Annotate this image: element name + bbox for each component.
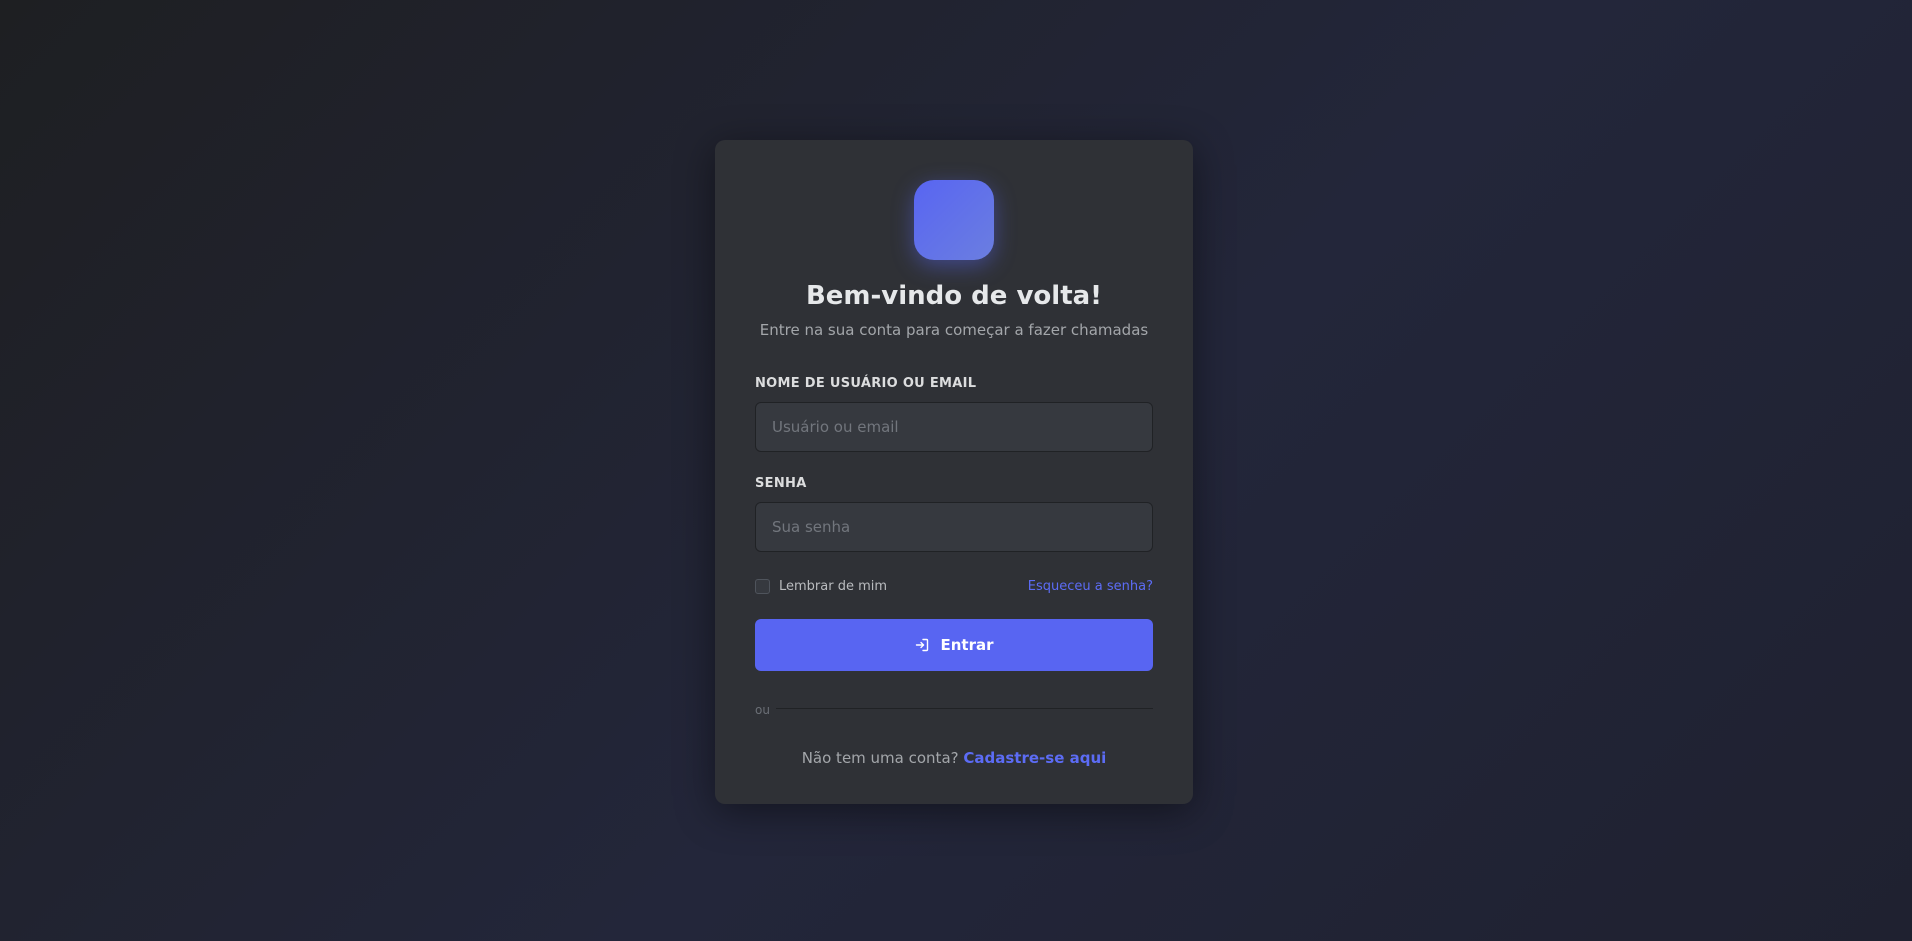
remember-checkbox[interactable] xyxy=(755,578,770,594)
login-button[interactable]: Entrar xyxy=(755,619,1153,671)
login-icon xyxy=(914,637,930,653)
page-title: Bem-vindo de volta! xyxy=(805,281,1103,311)
remember-me[interactable]: Lembrar de mim xyxy=(755,578,888,594)
divider-text: ou xyxy=(755,703,770,717)
signup-prompt: Não tem uma conta? xyxy=(801,749,959,767)
divider: ou xyxy=(755,701,1153,717)
signup-row: Não tem uma conta? Cadastre-se aqui xyxy=(755,748,1153,768)
password-label: SENHA xyxy=(755,476,807,491)
forgot-password-link[interactable]: Esqueceu a senha? xyxy=(1028,579,1153,594)
password-field-container xyxy=(755,502,1153,552)
remember-label: Lembrar de mim xyxy=(779,578,888,594)
username-label: NOME DE USUÁRIO OU EMAIL xyxy=(755,376,977,391)
logo-container xyxy=(755,180,1153,260)
login-card: Bem-vindo de volta! Entre na sua conta p… xyxy=(715,140,1193,804)
page-subtitle: Entre na sua conta para começar a fazer … xyxy=(759,321,1149,339)
username-field-container xyxy=(755,402,1153,452)
signup-link[interactable]: Cadastre-se aqui xyxy=(963,749,1106,767)
password-input[interactable] xyxy=(772,518,1136,536)
app-logo xyxy=(914,180,994,260)
username-input[interactable] xyxy=(772,418,1136,436)
divider-line xyxy=(775,707,1153,709)
login-button-label: Entrar xyxy=(940,636,994,654)
options-row: Lembrar de mim Esqueceu a senha? xyxy=(755,577,1153,595)
